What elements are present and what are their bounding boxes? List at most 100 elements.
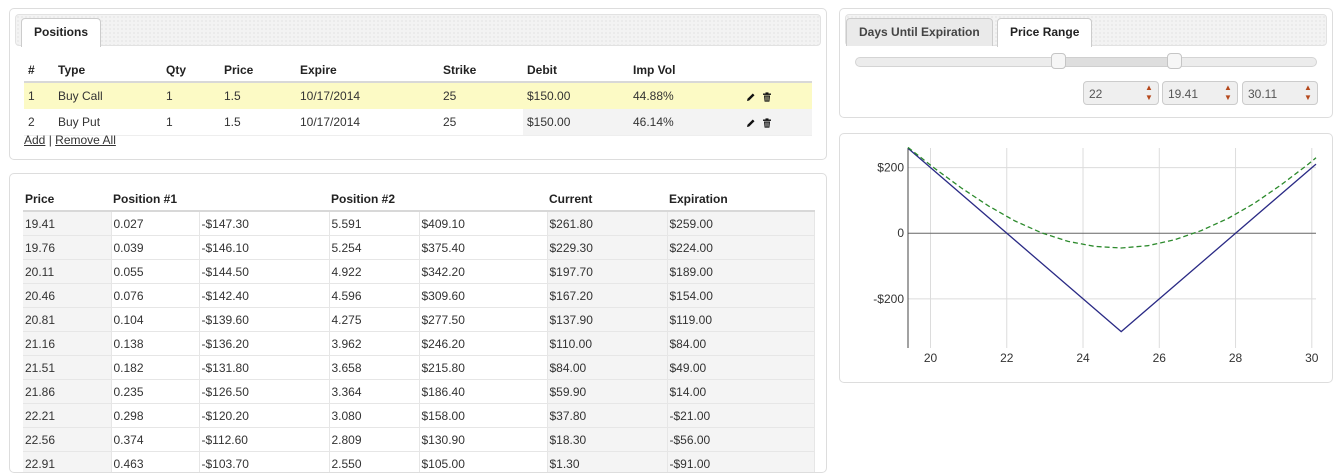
cell-price: 22.21	[23, 404, 111, 428]
cell-position-1: 0.235	[111, 380, 199, 404]
position-row[interactable]: 2 Buy Put 1 1.5 10/17/2014 25 $150.00 46…	[24, 109, 812, 136]
cell-expiration: $49.00	[667, 356, 815, 380]
cell-price: 20.81	[23, 308, 111, 332]
cell-current: $197.70	[547, 260, 667, 284]
remove-all-link[interactable]: Remove All	[55, 133, 116, 147]
cell-position-1: 0.076	[111, 284, 199, 308]
tab-positions[interactable]: Positions	[21, 18, 101, 47]
link-separator: |	[49, 133, 52, 147]
table-row: 20.460.076-$142.404.596$309.60$167.20$15…	[23, 284, 815, 308]
position-imp-vol: 46.14%	[629, 109, 739, 136]
slider-handle-high[interactable]	[1167, 53, 1182, 69]
table-row: 19.410.027-$147.305.591$409.10$261.80$25…	[23, 211, 815, 236]
cell-position-1-value: -$147.30	[199, 211, 329, 236]
cell-expiration: $259.00	[667, 211, 815, 236]
x-tick-label: 26	[1153, 351, 1167, 365]
slider-selected-range	[1058, 57, 1174, 67]
trash-icon[interactable]	[762, 92, 772, 102]
spinner-down-icon[interactable]: ▼	[1142, 93, 1156, 103]
y-tick-label: -$200	[873, 292, 904, 306]
positions-panel: Positions # Type Qty Price Expire Strike…	[9, 8, 827, 160]
slider-handle-low[interactable]	[1051, 53, 1066, 69]
cell-position-2: 3.080	[329, 404, 419, 428]
cell-position-2-value: $277.50	[419, 308, 547, 332]
payoff-chart: 202224262830$2000-$200	[840, 134, 1332, 382]
price-max-spinner[interactable]: ▲ ▼	[1242, 81, 1318, 105]
cell-position-1-value: -$131.80	[199, 356, 329, 380]
positions-header-row: # Type Qty Price Expire Strike Debit Imp…	[24, 59, 812, 82]
position-num: 1	[24, 82, 54, 109]
position-expire: 10/17/2014	[296, 109, 439, 136]
position-strike: 25	[439, 109, 523, 136]
tab-price-range[interactable]: Price Range	[997, 18, 1092, 47]
cell-expiration: -$21.00	[667, 404, 815, 428]
cell-expiration: $14.00	[667, 380, 815, 404]
position-type: Buy Call	[54, 82, 162, 109]
spinner-up-icon[interactable]: ▲	[1221, 83, 1235, 93]
days-spinner[interactable]: ▲ ▼	[1083, 81, 1159, 105]
cell-position-2-value: $105.00	[419, 452, 547, 473]
cell-price: 21.16	[23, 332, 111, 356]
days-input[interactable]	[1087, 84, 1143, 104]
col-header-type: Type	[54, 59, 162, 82]
cell-position-1-value: -$144.50	[199, 260, 329, 284]
cell-position-1-value: -$120.20	[199, 404, 329, 428]
controls-tab-bar: Days Until Expiration Price Range	[845, 14, 1327, 46]
cell-position-1: 0.182	[111, 356, 199, 380]
x-tick-label: 20	[924, 351, 938, 365]
spinner-down-icon[interactable]: ▼	[1301, 93, 1315, 103]
col-header-current: Current	[547, 188, 667, 211]
position-row[interactable]: 1 Buy Call 1 1.5 10/17/2014 25 $150.00 4…	[24, 82, 812, 109]
position-actions	[739, 109, 812, 136]
cell-position-2-value: $130.90	[419, 428, 547, 452]
cell-position-2: 5.254	[329, 236, 419, 260]
col-header-qty: Qty	[162, 59, 220, 82]
position-price: 1.5	[220, 109, 296, 136]
position-imp-vol: 44.88%	[629, 82, 739, 109]
cell-position-2-value: $309.60	[419, 284, 547, 308]
cell-position-2-value: $409.10	[419, 211, 547, 236]
cell-expiration: $189.00	[667, 260, 815, 284]
cell-expiration: -$91.00	[667, 452, 815, 473]
spinner-down-icon[interactable]: ▼	[1221, 93, 1235, 103]
col-header-imp-vol: Imp Vol	[629, 59, 739, 82]
pencil-icon[interactable]	[746, 118, 756, 128]
trash-icon[interactable]	[762, 118, 772, 128]
cell-current: $37.80	[547, 404, 667, 428]
cell-position-1: 0.463	[111, 452, 199, 473]
cell-expiration: $84.00	[667, 332, 815, 356]
position-debit: $150.00	[523, 109, 629, 136]
price-table-panel: Price Position #1 Position #2 Current Ex…	[9, 173, 827, 473]
x-tick-label: 24	[1076, 351, 1090, 365]
price-max-input[interactable]	[1246, 84, 1302, 104]
cell-position-1: 0.039	[111, 236, 199, 260]
add-position-link[interactable]: Add	[24, 133, 45, 147]
col-header-position-1: Position #1	[111, 188, 199, 211]
price-min-spinner[interactable]: ▲ ▼	[1162, 81, 1238, 105]
col-header-num: #	[24, 59, 54, 82]
cell-current: $18.30	[547, 428, 667, 452]
spinner-up-icon[interactable]: ▲	[1142, 83, 1156, 93]
cell-position-1-value: -$112.60	[199, 428, 329, 452]
price-range-slider[interactable]	[855, 57, 1317, 67]
table-row: 22.560.374-$112.602.809$130.90$18.30-$56…	[23, 428, 815, 452]
price-min-input[interactable]	[1166, 84, 1222, 104]
positions-tab-bar: Positions	[15, 14, 821, 46]
table-row: 21.160.138-$136.203.962$246.20$110.00$84…	[23, 332, 815, 356]
cell-position-2-value: $158.00	[419, 404, 547, 428]
positions-table: # Type Qty Price Expire Strike Debit Imp…	[24, 59, 812, 136]
tab-days-until-expiration[interactable]: Days Until Expiration	[846, 18, 993, 46]
cell-current: $167.20	[547, 284, 667, 308]
y-tick-label: 0	[897, 226, 904, 240]
cell-price: 21.51	[23, 356, 111, 380]
cell-position-2-value: $342.20	[419, 260, 547, 284]
cell-current: $84.00	[547, 356, 667, 380]
spinner-up-icon[interactable]: ▲	[1301, 83, 1315, 93]
position-num: 2	[24, 109, 54, 136]
cell-price: 20.46	[23, 284, 111, 308]
col-header-position-1-value	[199, 188, 329, 211]
pencil-icon[interactable]	[746, 92, 756, 102]
position-qty: 1	[162, 82, 220, 109]
table-row: 21.510.182-$131.803.658$215.80$84.00$49.…	[23, 356, 815, 380]
cell-position-1: 0.027	[111, 211, 199, 236]
